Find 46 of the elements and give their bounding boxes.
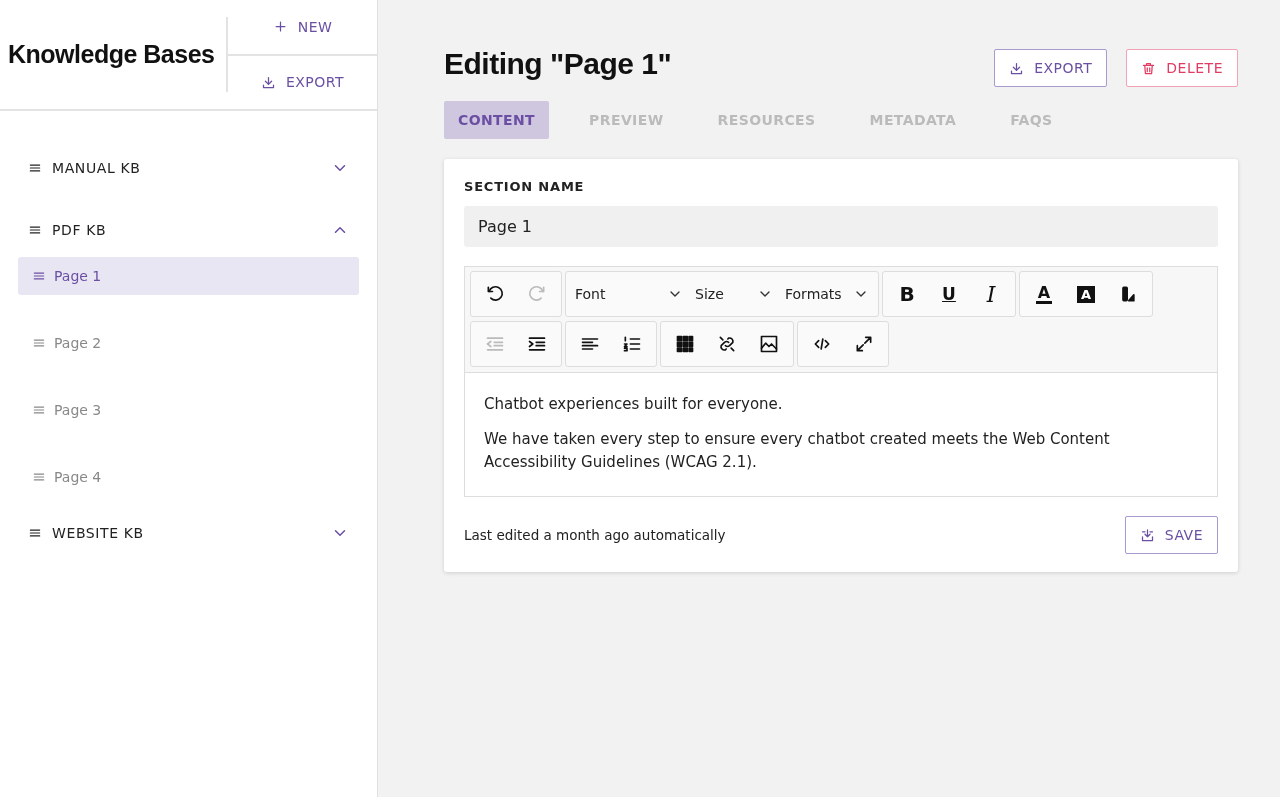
dropdown[interactable]: Formats xyxy=(779,275,875,313)
indent-icon xyxy=(527,334,547,354)
dropdown[interactable]: Size xyxy=(689,275,779,313)
redo-icon xyxy=(527,284,547,304)
editor-content[interactable]: Chatbot experiences built for everyone. We have taken every step to ensure every chatbot created meets the Web Content Accessibility Guidelines (WCAG 2.1). xyxy=(465,373,1217,496)
plus-icon xyxy=(272,19,288,35)
drag-handle-icon xyxy=(28,526,42,540)
page-item[interactable]: Page 1 xyxy=(18,257,359,295)
bold-button[interactable]: B xyxy=(886,275,928,313)
text-color-button[interactable]: A xyxy=(1023,275,1065,313)
paragraph: We have taken every step to ensure every chatbot created meets the Web Content Accessibility Guidelines (WCAG 2.1). xyxy=(484,429,1111,473)
page-item[interactable]: Page 4 xyxy=(18,458,359,496)
delete-button[interactable]: DELETE xyxy=(1126,49,1238,87)
export-button[interactable]: EXPORT xyxy=(994,49,1108,87)
paragraph: Chatbot experiences built for everyone. xyxy=(484,394,784,415)
drag-handle-icon xyxy=(32,470,46,484)
drag-handle-icon xyxy=(28,161,42,175)
italic-button[interactable]: I xyxy=(970,275,1012,313)
table-icon xyxy=(675,334,695,354)
save-icon xyxy=(1139,527,1155,543)
outdent-icon xyxy=(485,334,505,354)
tab[interactable]: CONTENT xyxy=(444,101,550,139)
drag-handle-icon xyxy=(32,269,46,283)
fullscreen-icon xyxy=(854,334,874,354)
image-icon xyxy=(759,334,779,354)
broken-link-icon xyxy=(717,334,737,354)
page-item[interactable]: Page 2 xyxy=(18,324,359,362)
dropdown[interactable]: Font xyxy=(569,275,689,313)
field-label: SECTION NAME xyxy=(464,179,586,194)
drag-handle-icon xyxy=(32,403,46,417)
download-icon xyxy=(260,74,276,90)
background-color-button[interactable]: A xyxy=(1065,275,1107,313)
undo-icon xyxy=(485,284,505,304)
drag-handle-icon xyxy=(28,223,42,237)
page-title: Editing "Page 1" xyxy=(444,47,673,81)
underline-button[interactable]: U xyxy=(928,275,970,313)
save-button[interactable]: SAVE xyxy=(1124,516,1218,554)
page-item[interactable]: Page 3 xyxy=(18,391,359,429)
status-text: Last edited a month ago automatically xyxy=(464,527,726,543)
download-icon xyxy=(1009,60,1025,76)
numbered-list-icon xyxy=(622,334,642,354)
knowledge-base-item[interactable]: WEBSITE KB xyxy=(18,502,359,564)
section-name-field[interactable]: Page 1 xyxy=(464,206,1218,247)
knowledge-base-item[interactable]: MANUAL KB xyxy=(18,137,359,199)
trash-icon xyxy=(1141,60,1157,76)
drag-handle-icon xyxy=(32,336,46,350)
